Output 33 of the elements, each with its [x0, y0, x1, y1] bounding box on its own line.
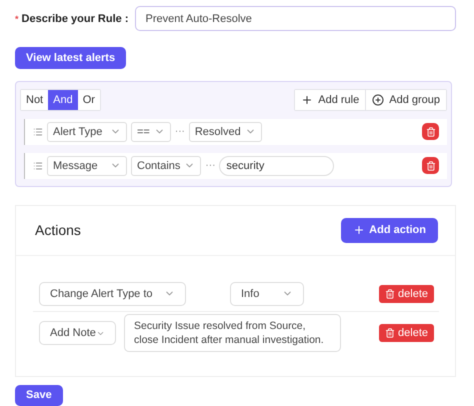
action-type-select[interactable]: Change Alert Type to	[39, 282, 186, 306]
plus-icon	[301, 94, 314, 106]
drag-handle-icon[interactable]	[33, 126, 43, 136]
field-select[interactable]: Message	[47, 156, 127, 176]
add-group-button[interactable]: Add group	[365, 90, 446, 110]
delete-action-button[interactable]: delete	[379, 324, 434, 342]
trash-icon	[385, 328, 396, 338]
delete-rule-button[interactable]	[422, 157, 439, 174]
drag-handle-icon[interactable]	[33, 160, 43, 170]
delete-action-button[interactable]: delete	[379, 284, 434, 302]
rule-name-label: * Describe your Rule :	[15, 12, 129, 24]
combinator-tab[interactable]: And	[48, 90, 78, 110]
add-action-button[interactable]: Add action	[341, 218, 438, 242]
operator-select[interactable]: Contains	[131, 156, 202, 176]
trash-icon	[426, 126, 436, 136]
view-alerts-button[interactable]: View latest alerts	[15, 47, 126, 68]
note-textarea[interactable]: Security Issue resolved from Source, close Incident after manual investigation.	[124, 314, 341, 352]
delete-rule-button[interactable]	[422, 123, 439, 140]
rule-name-field[interactable]: Prevent Auto-Resolve	[134, 6, 456, 31]
trash-icon	[426, 160, 436, 170]
save-button[interactable]: Save	[15, 384, 63, 406]
operator-select[interactable]: ==	[131, 122, 171, 142]
trash-icon	[385, 288, 396, 298]
separator: ···	[205, 160, 216, 171]
action-type-select[interactable]: Add Note	[39, 321, 116, 345]
value-select[interactable]: Info	[230, 282, 304, 306]
plus-icon	[353, 224, 366, 236]
value-select[interactable]: Resolved	[188, 122, 262, 142]
value-input[interactable]: security	[219, 156, 334, 176]
plus-circle-icon	[372, 94, 384, 106]
separator: ···	[174, 126, 185, 137]
field-select[interactable]: Alert Type	[47, 122, 127, 142]
actions-title: Actions	[35, 222, 81, 238]
